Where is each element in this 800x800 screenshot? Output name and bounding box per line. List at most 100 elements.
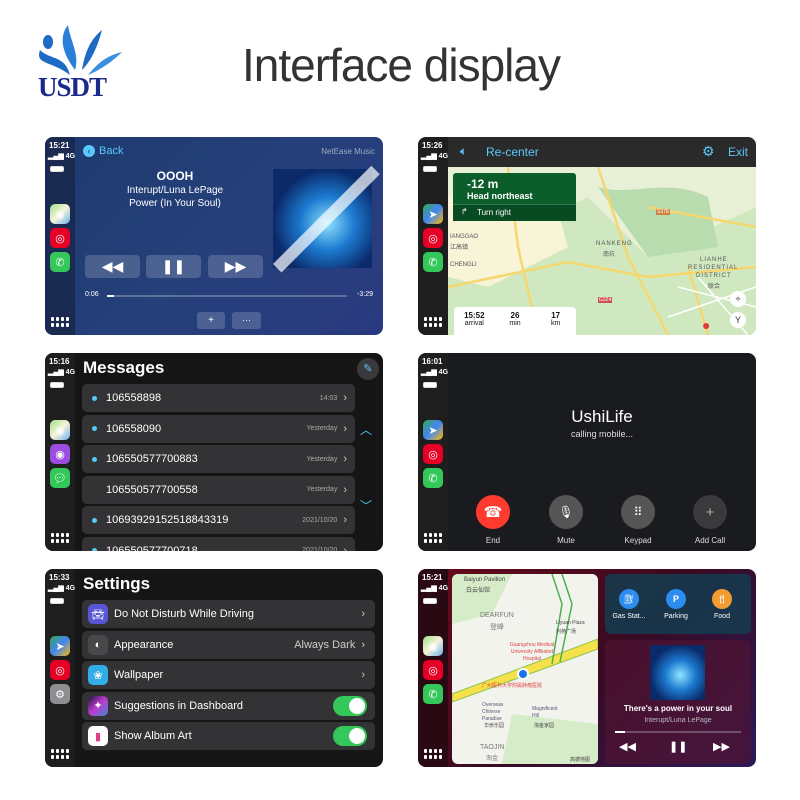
- phone-app-icon[interactable]: ✆: [50, 252, 70, 272]
- map-label: Liyuan Plaza: [556, 620, 585, 626]
- phone-app-icon[interactable]: ✆: [423, 684, 443, 704]
- scroll-up-button[interactable]: ︿: [360, 421, 372, 438]
- unread-dot: [92, 395, 97, 401]
- message-time: 2021/10/20: [302, 516, 338, 524]
- speaker-icon[interactable]: 🔈︎: [460, 144, 467, 159]
- dashboard-map[interactable]: Baiyun Pavilion 白云仙馆 DEARFUN 登峰 Liyuan P…: [452, 574, 598, 764]
- map-label: 广州医科大学附属肿瘤医院: [482, 683, 543, 689]
- scroll-down-button[interactable]: ﹀: [360, 497, 372, 514]
- road-shield: G324: [598, 297, 613, 303]
- settings-app-icon[interactable]: ⚙: [50, 684, 70, 704]
- parking-icon[interactable]: P: [666, 589, 686, 609]
- netease-music-app-icon[interactable]: ◎: [50, 660, 70, 680]
- app-grid-icon[interactable]: [424, 749, 442, 759]
- rewind-button[interactable]: ◀◀: [85, 255, 140, 278]
- song-title: There's a power in your soul: [623, 704, 733, 713]
- compose-button[interactable]: ✎: [357, 358, 379, 380]
- sender: 106550577700558: [106, 483, 198, 496]
- eta-card[interactable]: 15:52 arrival 26 min 17 km: [454, 307, 576, 335]
- chevron-right-icon: ›: [343, 544, 347, 552]
- fast-forward-button[interactable]: ▶▶: [713, 740, 730, 753]
- signal-indicator: ▂▄▆ 4G: [48, 153, 76, 160]
- gas-station-icon[interactable]: ⛽︎: [619, 589, 639, 609]
- food-icon[interactable]: 🍴︎: [712, 589, 732, 609]
- car-icon: 🚘︎: [88, 604, 108, 624]
- message-time: 2021/10/20: [302, 547, 338, 551]
- unread-dot: [92, 487, 97, 492]
- sender: 106558898: [106, 392, 162, 404]
- add-call-button[interactable]: +: [693, 495, 727, 529]
- route-options-button[interactable]: Y: [730, 312, 746, 328]
- app-grid-icon[interactable]: [51, 317, 69, 327]
- maps-app-icon[interactable]: ◉: [423, 636, 443, 656]
- gear-icon[interactable]: ⚙: [702, 143, 715, 160]
- message-time: Yesterday: [306, 425, 338, 432]
- battery-icon: [50, 382, 64, 388]
- keypad-button[interactable]: ⠿: [621, 495, 655, 529]
- eta-item: 15:52 arrival: [454, 307, 495, 335]
- toggle-switch[interactable]: [333, 695, 367, 716]
- app-grid-icon[interactable]: [51, 533, 69, 543]
- settings-row[interactable]: 🚘︎ Do Not Disturb While Driving ›: [82, 600, 375, 628]
- app-grid-icon[interactable]: [424, 317, 442, 327]
- settings-row[interactable]: ❀ Wallpaper ›: [82, 661, 375, 689]
- maps-app-icon[interactable]: ◉: [50, 204, 70, 224]
- message-row[interactable]: 106558090 Yesterday ›: [82, 414, 355, 443]
- message-row[interactable]: 106558898 14:03 ›: [82, 384, 355, 412]
- settings-row[interactable]: ▮ Show Album Art: [82, 722, 375, 750]
- settings-row[interactable]: ◐ Appearance Always Dark ›: [82, 630, 375, 659]
- clock: 16:01: [422, 357, 443, 366]
- message-row[interactable]: 106550577700718 2021/10/20 ›: [82, 536, 355, 552]
- netease-music-app-icon[interactable]: ◎: [423, 228, 443, 248]
- call-screen: 16:01 ▂▄▆ 4G ➤ ◎ ✆ UshiLife calling mobile…: [418, 353, 756, 551]
- progress-bar[interactable]: [107, 295, 347, 297]
- poi-parking-label[interactable]: Parking: [652, 613, 700, 620]
- chevron-right-icon: ›: [343, 514, 347, 526]
- poi-gas-label[interactable]: Gas Stat...: [605, 613, 653, 620]
- message-row[interactable]: 106550577700883 Yesterday ›: [82, 445, 355, 473]
- phone-app-icon[interactable]: ✆: [423, 252, 443, 272]
- settings-row[interactable]: ✦ Suggestions in Dashboard: [82, 691, 375, 720]
- recenter-button[interactable]: Re-center: [486, 145, 539, 159]
- keypad-label: Keypad: [624, 536, 652, 545]
- more-button[interactable]: ···: [232, 312, 261, 329]
- google-maps-app-icon[interactable]: ➤: [50, 636, 70, 656]
- sidebar: 15:26 ▂▄▆ 4G ➤ ◎ ✆: [418, 137, 448, 335]
- now-playing-card: There's a power in your soul Interupt/Lu…: [605, 640, 751, 764]
- pause-button[interactable]: ❚❚: [669, 740, 687, 753]
- messages-app-icon[interactable]: 💬︎: [50, 468, 70, 488]
- network-type: 4G: [65, 585, 76, 592]
- back-button[interactable]: ‹ Back: [83, 145, 123, 157]
- message-row[interactable]: 106550577700558 Yesterday ›: [82, 475, 355, 504]
- elapsed-time: 0:06: [85, 291, 99, 298]
- exit-button[interactable]: Exit: [728, 145, 748, 159]
- netease-music-app-icon[interactable]: ◎: [50, 228, 70, 248]
- battery-icon: [423, 598, 437, 604]
- mute-button[interactable]: 🎙︎: [549, 495, 583, 529]
- fast-forward-button[interactable]: ▶▶: [208, 255, 263, 278]
- message-row[interactable]: 10693929152518843319 2021/10/20 ›: [82, 506, 355, 534]
- end-call-button[interactable]: ☎: [476, 495, 510, 529]
- google-maps-app-icon[interactable]: ➤: [423, 420, 443, 440]
- map-label: 利苑广场: [556, 629, 577, 635]
- google-maps-app-icon[interactable]: ➤: [423, 204, 443, 224]
- eta-label: arrival: [464, 320, 484, 327]
- add-button[interactable]: +: [197, 312, 225, 329]
- sidebar: 15:21 ▂▄▆ 4G ◉ ◎ ✆: [45, 137, 75, 335]
- podcasts-app-icon[interactable]: ◉: [50, 444, 70, 464]
- toggle-switch[interactable]: [333, 726, 367, 746]
- clock: 15:16: [49, 357, 70, 366]
- netease-music-app-icon[interactable]: ◎: [423, 444, 443, 464]
- phone-app-icon[interactable]: ✆: [423, 468, 443, 488]
- app-grid-icon[interactable]: [51, 749, 69, 759]
- chevron-right-icon: ›: [361, 638, 365, 651]
- maps-app-icon[interactable]: ◉: [50, 420, 70, 440]
- locate-button[interactable]: ⌖: [730, 291, 746, 307]
- pause-button[interactable]: ❚❚: [146, 255, 201, 278]
- netease-music-app-icon[interactable]: ◎: [423, 660, 443, 680]
- map-label: 登峰: [490, 624, 504, 631]
- rewind-button[interactable]: ◀◀: [619, 740, 636, 753]
- progress-bar[interactable]: [615, 731, 741, 733]
- app-grid-icon[interactable]: [424, 533, 442, 543]
- poi-food-label[interactable]: Food: [698, 613, 746, 620]
